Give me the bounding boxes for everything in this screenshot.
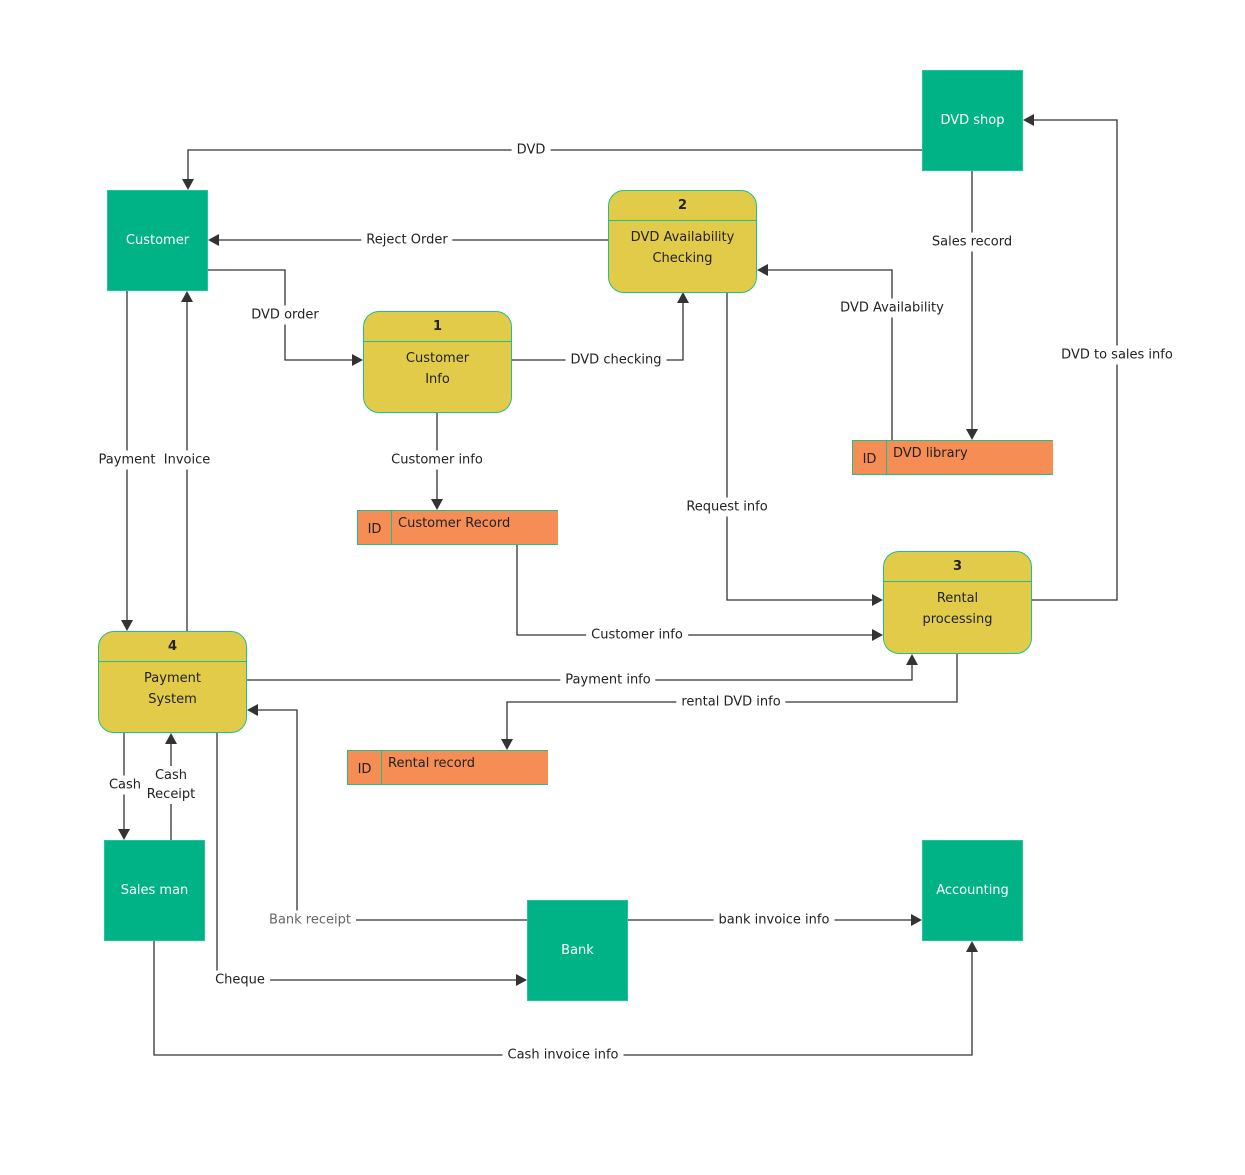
flow-label: Reject Order bbox=[361, 230, 453, 250]
entity-label: Sales man bbox=[120, 883, 189, 898]
flow-label: Invoice bbox=[158, 450, 216, 470]
store-name: Rental record bbox=[388, 756, 476, 771]
flow-label: Customer info bbox=[386, 450, 488, 470]
store-dvd-library[interactable]: ID DVD library bbox=[852, 440, 1053, 475]
arrowhead bbox=[677, 292, 689, 303]
flow-label: Bank receipt bbox=[264, 910, 356, 930]
flow-label: DVD Availability bbox=[835, 298, 949, 318]
arrowhead bbox=[906, 654, 918, 665]
flow-label: Sales record bbox=[926, 232, 1018, 252]
flow-label: DVD to sales info bbox=[1056, 345, 1178, 365]
arrowhead bbox=[911, 914, 922, 926]
arrowhead bbox=[181, 291, 193, 302]
flow-label: Payment info bbox=[560, 670, 656, 690]
arrowhead bbox=[966, 429, 978, 440]
arrowhead bbox=[872, 629, 883, 641]
arrowhead bbox=[1023, 114, 1034, 126]
arrowhead bbox=[118, 829, 130, 840]
arrowhead bbox=[431, 499, 443, 510]
flow-line bbox=[768, 269, 893, 440]
entity-accounting[interactable]: Accounting bbox=[922, 840, 1023, 941]
entity-bank[interactable]: Bank bbox=[527, 900, 628, 1001]
entity-salesman[interactable]: Sales man bbox=[104, 840, 205, 941]
arrowhead bbox=[121, 620, 133, 631]
flow-label: DVD bbox=[511, 140, 551, 160]
flow-label: Cash bbox=[103, 775, 147, 795]
store-id: ID bbox=[348, 751, 382, 784]
flow-line bbox=[187, 149, 922, 179]
entity-label: DVD shop bbox=[940, 113, 1005, 128]
dfd-diagram: DVD shop Customer Sales man Bank Account… bbox=[0, 0, 1245, 1175]
arrowhead bbox=[872, 594, 883, 606]
flow-label: DVD checking bbox=[565, 350, 667, 370]
flow-label: rental DVD info bbox=[676, 692, 786, 712]
arrowhead bbox=[165, 733, 177, 744]
process-customer-info[interactable]: 1 Customer Info bbox=[363, 311, 512, 413]
flow-line bbox=[726, 292, 872, 601]
process-number: 1 bbox=[364, 312, 511, 342]
process-name: Customer Info bbox=[405, 351, 470, 387]
store-id: ID bbox=[358, 511, 392, 544]
flow-line bbox=[516, 545, 872, 636]
arrowhead bbox=[208, 234, 219, 246]
store-id: ID bbox=[853, 441, 887, 474]
process-dvd-availability[interactable]: 2 DVD Availability Checking bbox=[608, 190, 757, 293]
flow-label: Cheque bbox=[210, 970, 270, 990]
process-rental-processing[interactable]: 3 Rental processing bbox=[883, 551, 1032, 654]
arrowhead bbox=[966, 941, 978, 952]
store-rental-record[interactable]: ID Rental record bbox=[347, 750, 548, 785]
flow-label: Cash Receipt bbox=[141, 766, 201, 804]
entity-label: Bank bbox=[561, 943, 594, 958]
process-payment-system[interactable]: 4 Payment System bbox=[98, 631, 247, 733]
flow-label: bank invoice info bbox=[713, 910, 835, 930]
entity-label: Customer bbox=[125, 233, 190, 248]
arrowhead bbox=[501, 739, 513, 750]
process-name: DVD Availability Checking bbox=[630, 230, 735, 266]
flow-label: Request info bbox=[681, 497, 773, 517]
store-customer-record[interactable]: ID Customer Record bbox=[357, 510, 558, 545]
arrowhead bbox=[247, 704, 258, 716]
store-name: DVD library bbox=[893, 446, 968, 461]
process-number: 4 bbox=[99, 632, 246, 662]
process-number: 3 bbox=[884, 552, 1031, 582]
entity-label: Accounting bbox=[936, 883, 1009, 898]
arrowhead bbox=[516, 974, 527, 986]
arrowhead bbox=[757, 264, 768, 276]
entity-customer[interactable]: Customer bbox=[107, 190, 208, 291]
process-name: Rental processing bbox=[922, 591, 993, 627]
flow-label: Customer info bbox=[586, 625, 688, 645]
arrowhead bbox=[352, 354, 363, 366]
flow-label: DVD order bbox=[246, 305, 324, 325]
flow-label: Payment bbox=[93, 450, 161, 470]
flow-line bbox=[258, 709, 527, 921]
arrowhead bbox=[182, 179, 194, 190]
entity-dvd-shop[interactable]: DVD shop bbox=[922, 70, 1023, 171]
store-name: Customer Record bbox=[398, 516, 511, 531]
process-number: 2 bbox=[609, 191, 756, 221]
flow-label: Cash invoice info bbox=[502, 1045, 624, 1065]
process-name: Payment System bbox=[144, 671, 201, 707]
